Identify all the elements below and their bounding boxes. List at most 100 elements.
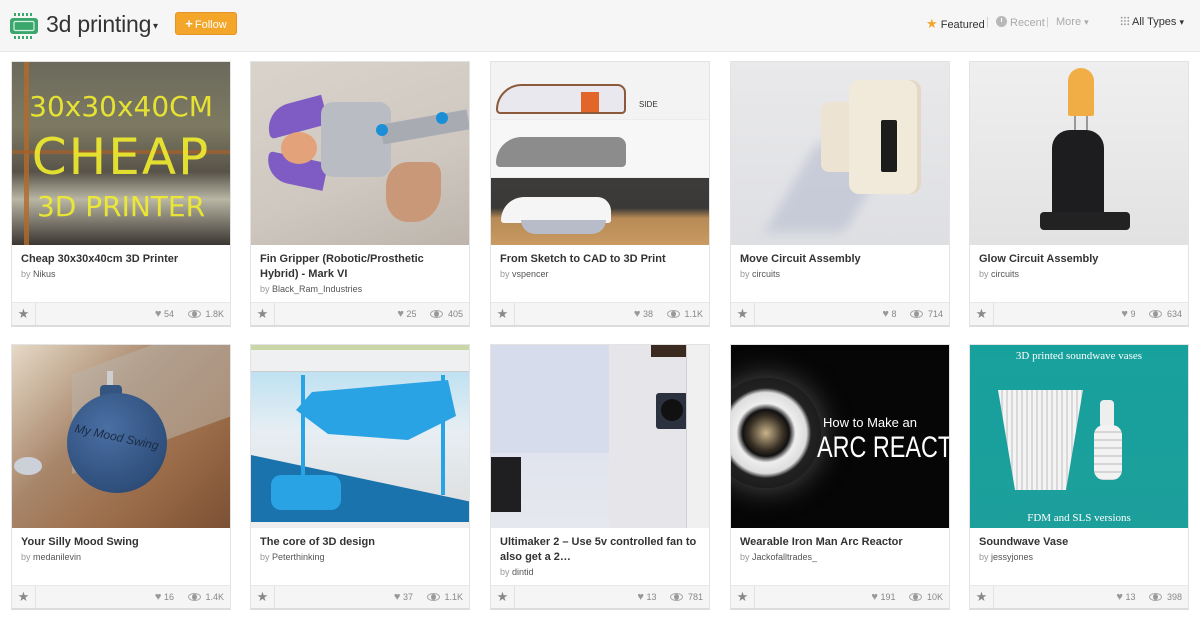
heart-icon: ♥ — [1121, 308, 1128, 320]
project-thumbnail[interactable]: SIDE — [491, 62, 709, 245]
sort-featured-label: Featured — [940, 19, 985, 31]
author-link[interactable]: jessyjones — [991, 552, 1033, 562]
project-card[interactable]: How to Make an ARC REACTOR Wearable Iron… — [730, 344, 950, 610]
sort-more-label: More — [1056, 16, 1082, 28]
follow-label: Follow — [194, 19, 227, 31]
project-title[interactable]: Soundwave Vase — [979, 535, 1180, 550]
project-card[interactable]: The core of 3D design by Peterthinking ★… — [250, 344, 470, 610]
views-count: 405 — [447, 309, 463, 319]
eye-icon — [910, 310, 924, 318]
project-thumbnail[interactable] — [970, 62, 1188, 245]
author-link[interactable]: Peterthinking — [272, 552, 325, 562]
card-footer: ★ ♥ 16 1.4K — [12, 585, 230, 608]
project-thumbnail[interactable] — [731, 62, 949, 245]
favorite-star-button[interactable]: ★ — [970, 303, 994, 325]
eye-icon — [426, 593, 440, 601]
views-count: 781 — [687, 592, 703, 602]
project-thumbnail[interactable] — [251, 62, 469, 245]
favorites-count: 9 — [1130, 309, 1136, 319]
sort-featured[interactable]: ★ Featured — [926, 16, 985, 32]
project-title[interactable]: Move Circuit Assembly — [740, 252, 941, 267]
favorite-star-button[interactable]: ★ — [491, 586, 515, 608]
author-link[interactable]: Nikus — [33, 269, 56, 279]
project-title[interactable]: From Sketch to CAD to 3D Print — [500, 252, 701, 267]
project-thumbnail[interactable]: 30x30x40CM CHEAP 3D PRINTER — [12, 62, 230, 245]
project-thumbnail[interactable] — [251, 345, 469, 528]
by-label: by — [500, 269, 510, 279]
chevron-down-icon: ▾ — [1084, 17, 1089, 27]
author-link[interactable]: dintid — [512, 567, 534, 577]
project-title[interactable]: Cheap 30x30x40cm 3D Printer — [21, 252, 222, 267]
channel-dropdown-caret-icon[interactable]: ▾ — [153, 21, 158, 32]
type-filter-dropdown[interactable]: All Types ▾ — [1120, 16, 1184, 28]
favorites-count: 13 — [1125, 592, 1136, 602]
project-card[interactable]: Glow Circuit Assembly by circuits ★ ♥ 9 … — [969, 61, 1189, 327]
project-card[interactable]: SIDE From Sketch to CAD to 3D Print by v… — [490, 61, 710, 327]
views-count: 1.1K — [444, 592, 463, 602]
favorite-star-button[interactable]: ★ — [251, 303, 275, 325]
card-stats: ♥ 54 1.8K — [155, 308, 224, 320]
project-card[interactable]: My Mood Swing Your Silly Mood Swing by m… — [11, 344, 231, 610]
sort-recent[interactable]: Recent — [996, 16, 1045, 29]
project-title[interactable]: Ultimaker 2 – Use 5v controlled fan to a… — [500, 535, 701, 565]
project-title[interactable]: Glow Circuit Assembly — [979, 252, 1180, 267]
project-title[interactable]: Your Silly Mood Swing — [21, 535, 222, 550]
project-card[interactable]: Move Circuit Assembly by circuits ★ ♥ 8 … — [730, 61, 950, 327]
divider: | — [1046, 16, 1049, 28]
follow-button[interactable]: + Follow — [175, 12, 237, 35]
divider: | — [986, 16, 989, 28]
author-link[interactable]: circuits — [991, 269, 1019, 279]
author-link[interactable]: medanilevin — [33, 552, 81, 562]
project-thumbnail[interactable]: How to Make an ARC REACTOR — [731, 345, 949, 528]
card-footer: ★ ♥ 13 781 — [491, 585, 709, 608]
by-label: by — [740, 552, 750, 562]
favorite-star-button[interactable]: ★ — [731, 586, 755, 608]
favorite-star-button[interactable]: ★ — [491, 303, 515, 325]
project-title[interactable]: Wearable Iron Man Arc Reactor — [740, 535, 941, 550]
thumbnail-text: 3D printed soundwave vases — [1015, 350, 1143, 362]
views-count: 634 — [1166, 309, 1182, 319]
project-card[interactable]: 30x30x40CM CHEAP 3D PRINTER Cheap 30x30x… — [11, 61, 231, 327]
views-count: 1.1K — [684, 309, 703, 319]
favorites-count: 191 — [880, 592, 896, 602]
author-link[interactable]: Black_Ram_Industries — [272, 284, 362, 294]
card-stats: ♥ 16 1.4K — [155, 591, 224, 603]
favorites-count: 54 — [163, 309, 174, 319]
favorite-star-button[interactable]: ★ — [970, 586, 994, 608]
project-thumbnail[interactable]: My Mood Swing — [12, 345, 230, 528]
card-footer: ★ ♥ 9 634 — [970, 302, 1188, 325]
project-byline: by circuits — [740, 269, 941, 279]
project-card[interactable]: Ultimaker 2 – Use 5v controlled fan to a… — [490, 344, 710, 610]
heart-icon: ♥ — [637, 591, 644, 603]
by-label: by — [979, 269, 989, 279]
project-card[interactable]: 3D printed soundwave vases FDM and SLS v… — [969, 344, 1189, 610]
favorite-star-button[interactable]: ★ — [731, 303, 755, 325]
channel-title[interactable]: 3d printing — [46, 11, 151, 38]
favorites-count: 16 — [163, 592, 174, 602]
thumbnail-text: ARC REACTOR — [817, 431, 949, 464]
author-link[interactable]: Jackofalltrades_ — [752, 552, 817, 562]
project-thumbnail[interactable] — [491, 345, 709, 528]
by-label: by — [740, 269, 750, 279]
favorite-star-button[interactable]: ★ — [12, 586, 36, 608]
favorite-star-button[interactable]: ★ — [251, 586, 275, 608]
project-title[interactable]: The core of 3D design — [260, 535, 461, 550]
views-count: 714 — [927, 309, 943, 319]
author-link[interactable]: circuits — [752, 269, 780, 279]
thumbnail-text: How to Make an — [823, 415, 917, 430]
sort-more-dropdown[interactable]: More ▾ — [1056, 16, 1089, 28]
project-thumbnail[interactable]: 3D printed soundwave vases FDM and SLS v… — [970, 345, 1188, 528]
project-byline: by Peterthinking — [260, 552, 461, 562]
project-card[interactable]: Fin Gripper (Robotic/Prosthetic Hybrid) … — [250, 61, 470, 327]
author-link[interactable]: vspencer — [512, 269, 549, 279]
project-byline: by dintid — [500, 567, 701, 577]
eye-icon — [670, 593, 684, 601]
project-byline: by Black_Ram_Industries — [260, 284, 461, 294]
thumbnail-text: 3D PRINTER — [36, 190, 206, 223]
card-footer: ★ ♥ 25 405 — [251, 302, 469, 325]
card-stats: ♥ 13 398 — [1116, 591, 1182, 603]
favorites-count: 38 — [642, 309, 653, 319]
favorite-star-button[interactable]: ★ — [12, 303, 36, 325]
project-byline: by circuits — [979, 269, 1180, 279]
project-title[interactable]: Fin Gripper (Robotic/Prosthetic Hybrid) … — [260, 252, 461, 282]
